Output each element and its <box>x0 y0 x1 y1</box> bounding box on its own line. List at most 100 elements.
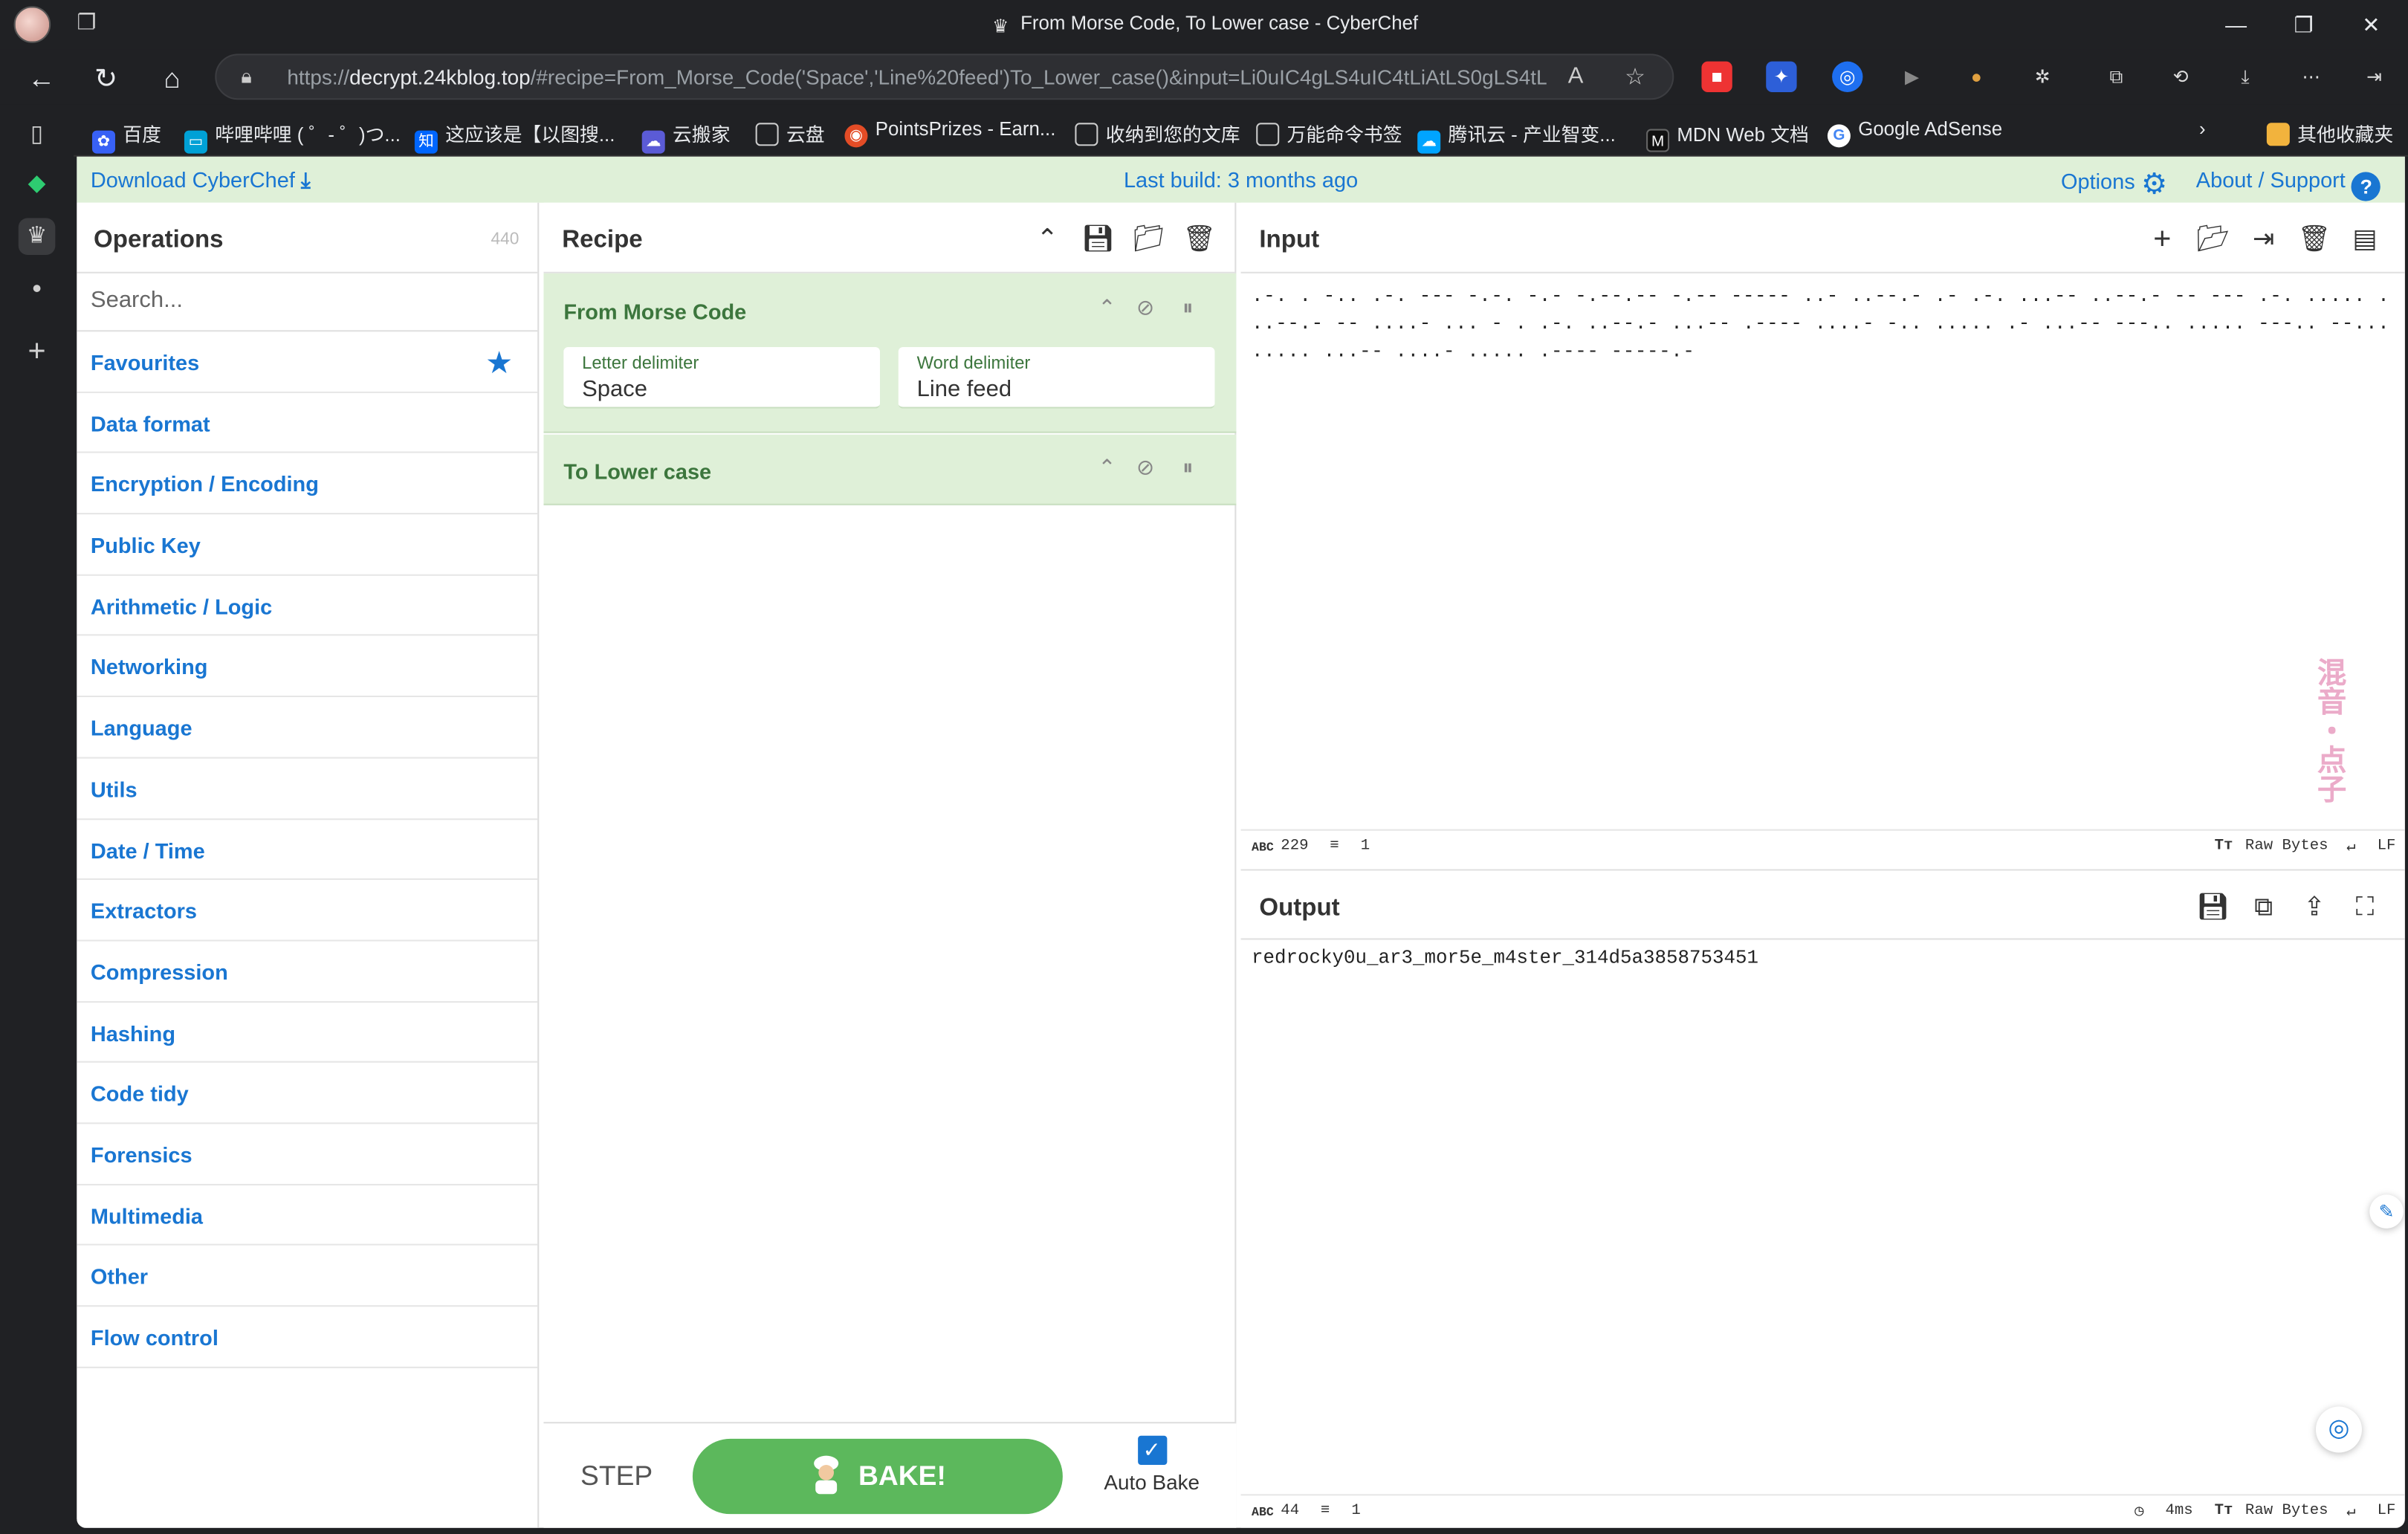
auto-bake-checkbox[interactable]: ✓ <box>1137 1435 1167 1466</box>
category-language[interactable]: Language <box>77 697 538 759</box>
bookmark-pointsprizes[interactable]: ◉ PointsPrizes - Earn... <box>844 118 1055 148</box>
address-bar[interactable]: 🔒︎ https://decrypt.24kblog.top/#recipe=F… <box>215 54 1674 100</box>
abc-icon: ABC <box>1252 841 1274 855</box>
auto-bake-toggle[interactable]: ✓ Auto Bake <box>1103 1435 1201 1494</box>
category-forensics[interactable]: Forensics <box>77 1124 538 1185</box>
bookmark-bilibili[interactable]: ▭ 哔哩哔哩 ( ゜- ゜)つ... <box>184 118 401 154</box>
home-button[interactable]: ⌂ <box>152 59 192 99</box>
url-text[interactable]: https://decrypt.24kblog.top/#recipe=From… <box>287 66 1546 89</box>
disable-op-icon[interactable]: ⊘ <box>1136 295 1154 321</box>
category-hashing[interactable]: Hashing <box>77 1002 538 1064</box>
input-encoding[interactable]: Raw Bytes <box>2245 838 2328 855</box>
category-networking[interactable]: Networking <box>77 636 538 698</box>
category-multimedia[interactable]: Multimedia <box>77 1185 538 1246</box>
assistant-float-icon[interactable]: ◎ <box>2315 1406 2362 1453</box>
bookmark-adsense[interactable]: G Google AdSense <box>1827 118 2002 148</box>
extension-blue-circle-icon[interactable]: ◎ <box>1832 61 1863 92</box>
open-folder-input-icon[interactable]: ⇥ <box>2247 223 2280 256</box>
more-menu-icon[interactable]: ⋯ <box>2296 62 2326 92</box>
output-eol[interactable]: LF <box>2378 1504 2396 1521</box>
restore-button[interactable]: ❐ <box>2270 6 2337 43</box>
save-output-icon[interactable]: 💾︎ <box>2196 890 2230 924</box>
tab-icon[interactable]: ● <box>19 271 56 308</box>
extension-red-icon[interactable]: ■ <box>1701 61 1732 92</box>
bookmark-yunbanjia[interactable]: ☁ 云搬家 <box>641 118 731 154</box>
bookmark-mdn[interactable]: M MDN Web 文档 <box>1646 118 1809 152</box>
category-compression[interactable]: Compression <box>77 941 538 1003</box>
category-other[interactable]: Other <box>77 1246 538 1307</box>
bookmark-yunpan[interactable]: 云盘 <box>755 118 825 147</box>
breakpoint-icon[interactable]: ⏸︎ <box>1182 295 1193 321</box>
read-aloud-icon[interactable]: A <box>1568 63 1584 89</box>
category-public-key[interactable]: Public Key <box>77 514 538 576</box>
save-recipe-icon[interactable]: 💾︎ <box>1081 223 1115 256</box>
step-button[interactable]: STEP <box>580 1460 653 1492</box>
add-tab-icon[interactable]: + <box>19 333 56 370</box>
bookmark-baidu[interactable]: ✿ 百度 <box>91 118 161 154</box>
extension-rocket-icon[interactable]: ✦ <box>1766 61 1797 92</box>
minimize-button[interactable]: — <box>2202 6 2270 43</box>
copy-output-icon[interactable]: ⧉ <box>2247 890 2280 924</box>
options-link[interactable]: Options ⚙ <box>2061 167 2167 203</box>
output-encoding[interactable]: Raw Bytes <box>2245 1504 2328 1521</box>
reset-layout-icon[interactable]: ▤ <box>2348 223 2381 256</box>
bookmark-commands[interactable]: 万能命令书签 <box>1256 118 1402 147</box>
clear-recipe-icon[interactable]: 🗑︎ <box>1182 223 1216 256</box>
output-text[interactable]: redrocky0u_ar3_mor5e_m4ster_314d5a385875… <box>1252 948 1758 969</box>
bookmarks-overflow-icon[interactable]: › <box>2199 118 2206 140</box>
collapse-chevron-icon[interactable]: ⌃ <box>1098 455 1116 481</box>
history-icon[interactable]: ⟲ <box>2165 62 2195 92</box>
edit-float-icon[interactable]: ✎ <box>2369 1194 2404 1229</box>
category-data-format[interactable]: Data format <box>77 392 538 454</box>
collapse-all-icon[interactable]: ⌃ <box>1030 223 1064 256</box>
breakpoint-icon[interactable]: ⏸︎ <box>1182 455 1193 481</box>
category-arithmetic-logic[interactable]: Arithmetic / Logic <box>77 575 538 637</box>
open-file-icon[interactable]: 📂︎ <box>2196 223 2230 256</box>
input-eol[interactable]: LF <box>2378 838 2396 855</box>
recipe-op-from-morse-code[interactable]: From Morse Code ⌃ ⊘ ⏸︎ Letter delimiter … <box>543 273 1237 433</box>
replace-input-icon[interactable]: ⇪ <box>2297 890 2331 924</box>
input-textarea[interactable]: .-. . -.. .-. --- -.-. -.- -.--.-- -.-- … <box>1252 282 2394 366</box>
category-extractors[interactable]: Extractors <box>77 880 538 942</box>
load-recipe-icon[interactable]: 📁︎ <box>1132 223 1165 256</box>
tab-group-icon[interactable]: ◆ <box>19 166 56 203</box>
bookmark-wenku[interactable]: 收纳到您的文库 <box>1075 118 1240 147</box>
category-utils[interactable]: Utils <box>77 758 538 820</box>
sidebar-panel-icon[interactable]: ▯ <box>19 117 56 154</box>
letter-delimiter-select[interactable]: Letter delimiter Space <box>563 346 880 409</box>
bake-button[interactable]: BAKE! <box>692 1438 1063 1515</box>
extension-cookie-icon[interactable]: ● <box>1961 62 1992 92</box>
category-encryption-encoding[interactable]: Encryption / Encoding <box>77 453 538 515</box>
other-bookmarks[interactable]: 其他收藏夹 <box>2266 118 2393 147</box>
text-encoding-icon[interactable]: Tт <box>2215 838 2233 855</box>
about-support-link[interactable]: About / Support? <box>2196 167 2381 201</box>
collapse-chevron-icon[interactable]: ⌃ <box>1098 295 1116 321</box>
text-encoding-icon[interactable]: Tт <box>2215 1504 2233 1521</box>
extensions-puzzle-icon[interactable]: ✲ <box>2027 62 2058 92</box>
sidebar-toggle-icon[interactable]: ⇥ <box>2359 62 2389 92</box>
bookmark-tencent-cloud[interactable]: ☁ 腾讯云 - 产业智变... <box>1417 118 1616 154</box>
back-button[interactable]: ← <box>22 59 62 99</box>
category-flow-control[interactable]: Flow control <box>77 1307 538 1368</box>
cloud-icon: ☁ <box>641 130 665 154</box>
download-icon[interactable]: ⤓ <box>2230 62 2260 92</box>
cyberchef-app: Download CyberChef ⤓ Last build: 3 month… <box>77 156 2405 1528</box>
extension-play-icon[interactable]: ▶ <box>1897 62 1927 92</box>
refresh-button[interactable]: ↻ <box>86 59 126 99</box>
bookmark-zhihu[interactable]: 知这应该是【以图搜... <box>414 118 615 154</box>
word-delimiter-select[interactable]: Word delimiter Line feed <box>898 346 1215 409</box>
disable-op-icon[interactable]: ⊘ <box>1136 455 1154 481</box>
close-button[interactable]: ✕ <box>2337 6 2405 43</box>
category-code-tidy[interactable]: Code tidy <box>77 1063 538 1124</box>
favorite-star-icon[interactable]: ☆ <box>1625 63 1645 91</box>
maximize-output-icon[interactable]: ⛶ <box>2348 890 2381 924</box>
op-name: From Morse Code <box>563 299 747 324</box>
category-date-time[interactable]: Date / Time <box>77 819 538 881</box>
recipe-op-to-lower-case[interactable]: To Lower case ⌃ ⊘ ⏸︎ <box>543 434 1237 505</box>
add-input-tab-icon[interactable]: + <box>2146 223 2179 256</box>
operations-search-input[interactable] <box>90 287 521 314</box>
collections-icon[interactable]: ⧉ <box>2101 62 2132 92</box>
cyberchef-tab-icon[interactable]: ♛ <box>18 218 56 255</box>
category-favourites[interactable]: Favourites ★ <box>77 331 538 393</box>
clear-input-icon[interactable]: 🗑︎ <box>2297 223 2331 256</box>
